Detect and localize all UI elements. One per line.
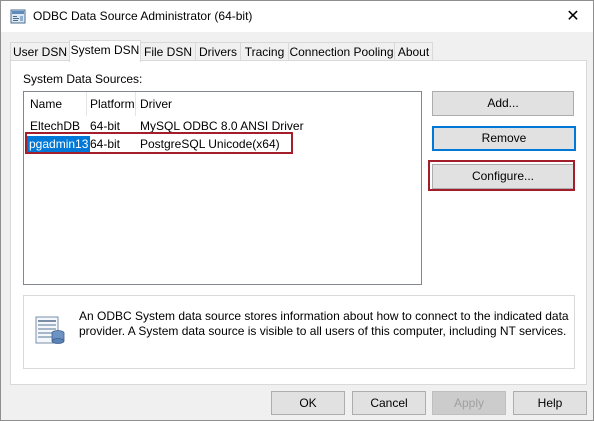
tab-user-dsn[interactable]: User DSN xyxy=(10,42,70,61)
odbc-admin-window: ODBC Data Source Administrator (64-bit) … xyxy=(0,0,594,421)
annotation-highlight-row xyxy=(25,132,293,154)
tab-connection-pooling[interactable]: Connection Pooling xyxy=(288,42,395,61)
tab-about[interactable]: About xyxy=(394,42,433,61)
add-button[interactable]: Add... xyxy=(432,91,574,116)
column-header-driver[interactable]: Driver xyxy=(140,97,172,115)
annotation-highlight-configure xyxy=(428,160,575,191)
close-icon[interactable]: ✕ xyxy=(553,1,593,32)
title-bar: ODBC Data Source Administrator (64-bit) … xyxy=(1,1,593,32)
column-header-platform[interactable]: Platform xyxy=(90,97,135,115)
cancel-button[interactable]: Cancel xyxy=(352,391,426,415)
system-data-sources-list[interactable]: Name Platform Driver EltechDB 64-bit MyS… xyxy=(23,91,422,285)
info-box: An ODBC System data source stores inform… xyxy=(23,295,575,369)
tab-drivers[interactable]: Drivers xyxy=(195,42,241,61)
tab-system-dsn[interactable]: System DSN xyxy=(69,40,141,62)
database-info-icon xyxy=(35,316,65,344)
dsn-driver: MySQL ODBC 8.0 ANSI Driver xyxy=(140,119,304,133)
system-dsn-panel: System Data Sources: Name Platform Drive… xyxy=(10,60,587,385)
column-separator[interactable] xyxy=(86,92,87,116)
column-separator[interactable] xyxy=(135,92,136,116)
list-header: Name Platform Driver xyxy=(24,92,421,116)
info-description: An ODBC System data source stores inform… xyxy=(79,309,569,338)
ok-button[interactable]: OK xyxy=(271,391,345,415)
tab-tracing[interactable]: Tracing xyxy=(240,42,289,61)
tab-strip: User DSN System DSN File DSN Drivers Tra… xyxy=(10,40,586,62)
dsn-platform: 64-bit xyxy=(90,119,121,133)
apply-button[interactable]: Apply xyxy=(432,391,506,415)
remove-button[interactable]: Remove xyxy=(432,126,576,151)
help-button[interactable]: Help xyxy=(513,391,587,415)
odbc-admin-icon xyxy=(10,9,26,24)
tab-file-dsn[interactable]: File DSN xyxy=(140,42,196,61)
dsn-name: EltechDB xyxy=(30,119,81,133)
window-title: ODBC Data Source Administrator (64-bit) xyxy=(33,9,253,23)
column-header-name[interactable]: Name xyxy=(30,97,62,115)
system-data-sources-label: System Data Sources: xyxy=(23,72,143,86)
